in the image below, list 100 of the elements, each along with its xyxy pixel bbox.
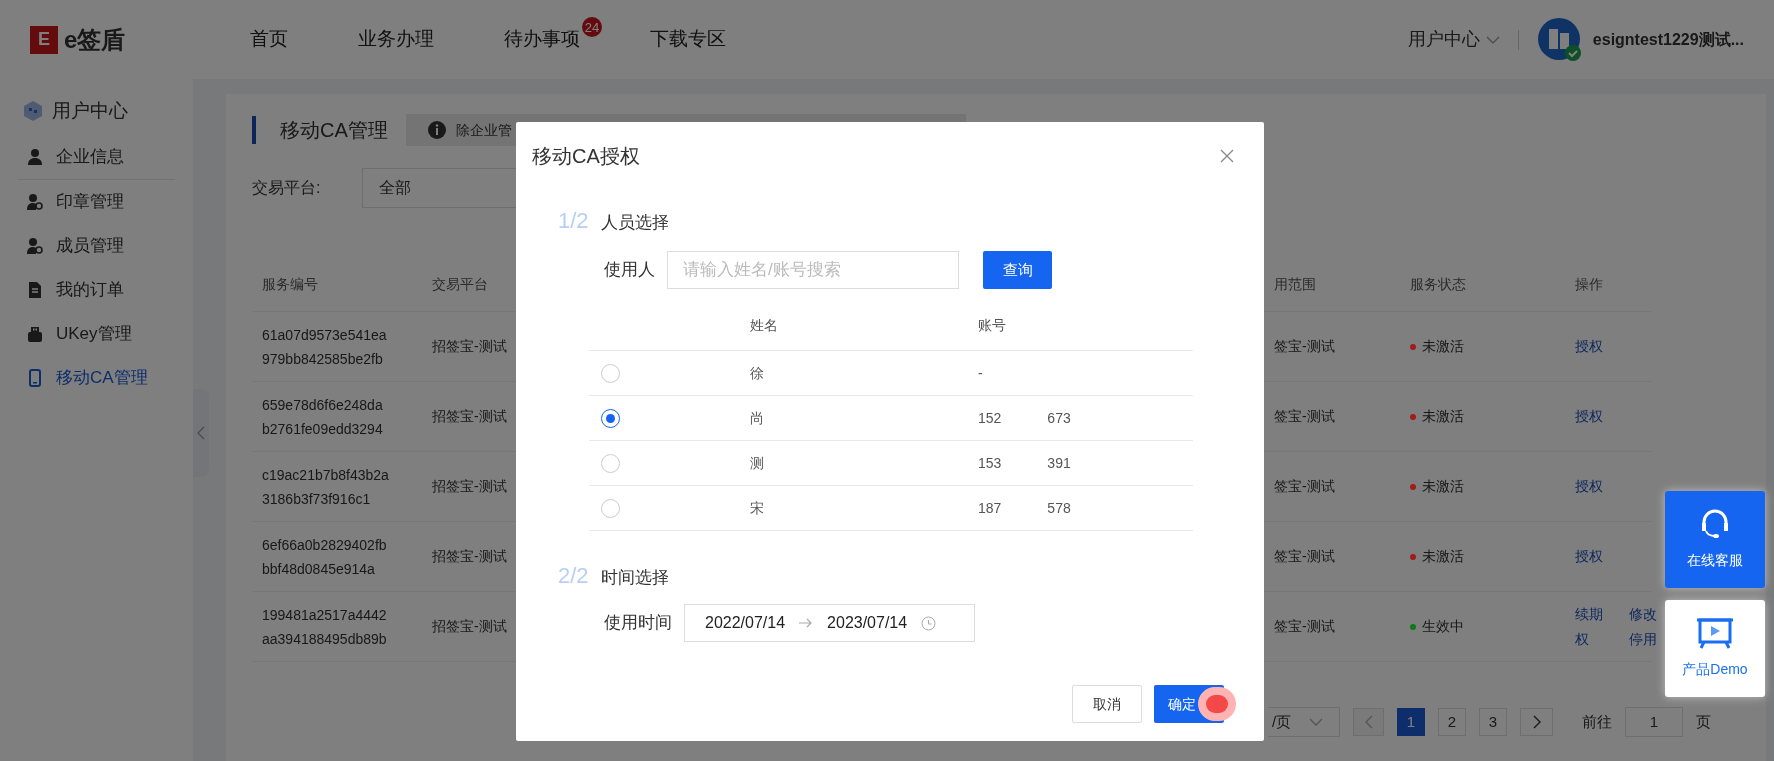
table-cell-text: 61a07d9573e541ea 979bb842585be2fb <box>262 325 388 369</box>
column-header: 姓名 <box>750 316 779 335</box>
clock-icon <box>921 615 937 631</box>
nav-link[interactable]: 首页 <box>250 25 288 54</box>
table-cell-text: 6ef66a0b2829402fb bbf48d0845e914a <box>262 535 388 579</box>
chevron-down-icon <box>1485 35 1500 44</box>
sidebar-title: 用户中心 <box>52 99 128 123</box>
info-icon <box>427 121 446 139</box>
column-header: 账号 <box>978 316 1007 335</box>
nav-link[interactable]: 业务办理 <box>358 25 434 54</box>
logo-text: e签盾 <box>64 24 126 55</box>
arrow-right-icon <box>799 618 814 628</box>
action-link[interactable]: 权 <box>1575 628 1629 650</box>
table-cell-text: 673 <box>1047 408 1071 428</box>
table-cell-text: 152 <box>978 408 1002 428</box>
person-gear-icon <box>26 192 44 211</box>
table-cell-text: 签宝-测试 <box>1274 337 1336 356</box>
collapse-handle[interactable] <box>193 389 209 477</box>
float-button[interactable]: 在线客服 <box>1665 491 1765 588</box>
action-link[interactable]: 授权 <box>1575 478 1603 494</box>
phone-icon <box>26 368 44 387</box>
document-icon <box>26 280 44 299</box>
table-cell-text: 199481a2517a4442 aa394188495db89b <box>262 605 388 649</box>
click-marker <box>1198 687 1236 721</box>
action-link[interactable]: 授权 <box>1575 408 1603 424</box>
table-cell-text: 招签宝-测试 <box>432 337 508 356</box>
close-icon[interactable] <box>1220 149 1234 163</box>
page-title: 移动CA管理 <box>280 118 388 143</box>
float-button[interactable]: 产品Demo <box>1665 600 1765 697</box>
user-center-menu[interactable]: 用户中心 <box>1407 26 1500 53</box>
goto-page-field[interactable]: 1 <box>1625 707 1683 737</box>
column-header: 操作 <box>1575 275 1604 294</box>
sidebar-item[interactable]: 成员管理 <box>18 223 175 268</box>
column-header: 服务状态 <box>1410 275 1467 294</box>
sidebar-item[interactable]: 企业信息 <box>18 135 175 180</box>
date-range-field[interactable]: 2022/07/14 2023/07/14 <box>684 604 975 642</box>
status-text: 未激活 <box>1422 337 1464 356</box>
table-cell-text: 测 <box>750 453 765 473</box>
status-text: 未激活 <box>1422 407 1464 426</box>
chevron-right-icon <box>1532 715 1541 729</box>
user-name[interactable]: esigntest1229测试... <box>1592 27 1744 52</box>
user-search-field[interactable]: 请输入姓名/账号搜索 <box>667 251 959 289</box>
sidebar-item[interactable]: 我的订单 <box>18 267 175 312</box>
dialog-title: 移动CA授权 <box>532 144 640 169</box>
step-index: 2/2 <box>558 562 589 590</box>
page-button[interactable]: 1 <box>1397 708 1425 736</box>
action-link[interactable]: 授权 <box>1575 548 1603 564</box>
table-cell-text: 签宝-测试 <box>1274 407 1336 426</box>
sidebar-item[interactable]: 移动CA管理 <box>18 355 175 400</box>
count-badge: 24 <box>580 15 604 40</box>
table-cell-text: 招签宝-测试 <box>432 617 508 636</box>
action-link[interactable]: 授权 <box>1575 338 1603 354</box>
goto-unit: 页 <box>1696 711 1711 732</box>
chevron-left-icon <box>197 426 205 440</box>
sidebar-item[interactable]: 印章管理 <box>18 179 175 224</box>
chevron-left-icon <box>1364 715 1373 729</box>
page-button[interactable]: 3 <box>1479 708 1507 736</box>
table-cell-text: 578 <box>1047 498 1071 518</box>
prev-page-button[interactable] <box>1353 708 1384 736</box>
table-cell-text: 尚 <box>750 408 765 428</box>
table-cell-text: 招签宝-测试 <box>432 477 508 496</box>
person-gear-icon <box>26 236 44 255</box>
step-title: 时间选择 <box>600 567 669 589</box>
table-cell-text: 签宝-测试 <box>1274 547 1336 566</box>
status-text: 未激活 <box>1422 547 1464 566</box>
notice-text: 除企业管 <box>455 120 512 140</box>
cancel-button[interactable]: 取消 <box>1072 685 1142 723</box>
page-button[interactable]: 2 <box>1438 708 1466 736</box>
table-cell-text: 153 <box>978 453 1002 473</box>
hexagon-icon <box>22 100 44 123</box>
person-icon <box>26 148 44 166</box>
table-cell-text: c19ac21b7b8f43b2a 3186b3f73f916c1 <box>262 465 390 509</box>
field-label: 使用人 <box>604 259 656 282</box>
table-cell-text: 签宝-测试 <box>1274 617 1336 636</box>
query-button[interactable]: 查询 <box>983 251 1052 289</box>
status-text: 未激活 <box>1422 477 1464 496</box>
action-link[interactable]: 续期 <box>1575 603 1629 625</box>
next-page-button[interactable] <box>1520 708 1553 736</box>
goto-label: 前往 <box>1582 711 1612 732</box>
column-header: 交易平台 <box>432 275 489 294</box>
nav-link[interactable]: 下载专区 <box>650 25 726 54</box>
usb-key-icon <box>26 324 44 343</box>
table-cell-text: 391 <box>1047 453 1071 473</box>
avatar-icon[interactable] <box>1536 16 1583 63</box>
table-cell-text: 招签宝-测试 <box>432 547 508 566</box>
step-title: 人员选择 <box>600 212 669 234</box>
table-cell-text: 187 <box>978 498 1002 518</box>
chevron-down-icon <box>1309 718 1324 726</box>
table-cell-text: 659e78d6f6e248da b2761fe09edd3294 <box>262 395 384 439</box>
page-size-select[interactable]: /页 <box>1268 707 1340 737</box>
sidebar-item[interactable]: UKey管理 <box>18 311 175 356</box>
step-index: 1/2 <box>558 207 589 235</box>
table-cell-text: 宋 <box>750 498 765 518</box>
status-text: 生效中 <box>1422 617 1464 636</box>
filter-label: 交易平台: <box>252 178 322 198</box>
presentation-icon <box>1696 617 1734 651</box>
column-header: 服务编号 <box>262 275 319 294</box>
logo-mark: E <box>30 25 58 54</box>
field-label: 使用时间 <box>604 612 673 635</box>
table-cell-text: 招签宝-测试 <box>432 407 508 426</box>
